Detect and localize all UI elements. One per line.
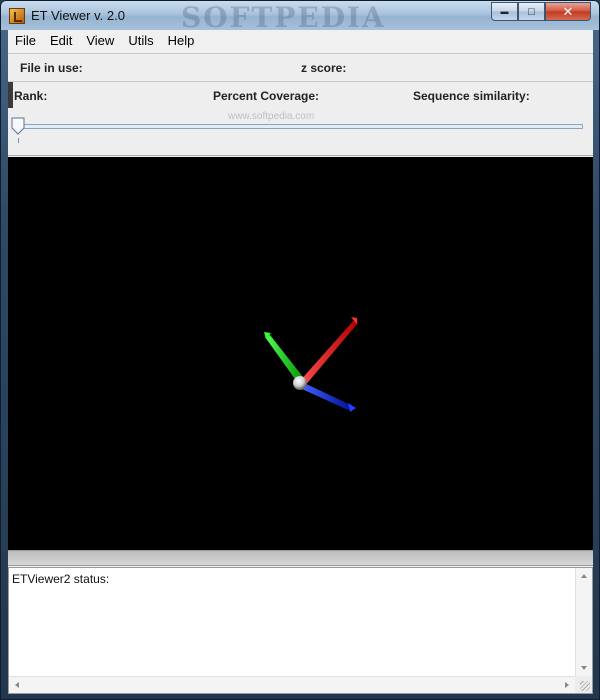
x-axis-arrow (298, 319, 358, 387)
status-horizontal-scrollbar[interactable] (9, 676, 575, 693)
sequence-similarity-label: Sequence similarity: (413, 89, 530, 103)
maximize-button[interactable]: □ (518, 2, 545, 21)
window-title: ET Viewer v. 2.0 (31, 8, 125, 23)
slider-tick (18, 138, 19, 143)
client-area: File Edit View Utils Help File in use: z… (8, 30, 593, 694)
row-marker (8, 82, 13, 108)
menu-bar: File Edit View Utils Help (8, 30, 593, 51)
scroll-right-arrow-icon[interactable] (565, 682, 569, 688)
menu-help[interactable]: Help (161, 30, 202, 51)
minimize-button[interactable]: ▬ (491, 2, 518, 21)
axes-canvas (264, 317, 358, 412)
minimize-icon: ▬ (500, 7, 509, 16)
scroll-left-arrow-icon[interactable] (15, 682, 19, 688)
menu-view[interactable]: View (79, 30, 121, 51)
scroll-down-arrow-icon[interactable] (581, 666, 587, 670)
menu-utils[interactable]: Utils (121, 30, 160, 51)
rank-label: Rank: (14, 89, 48, 103)
resize-corner[interactable] (575, 676, 592, 693)
rank-slider-track[interactable] (15, 124, 583, 129)
z-score-label: z score: (301, 61, 347, 75)
file-info-row: File in use: z score: (8, 53, 593, 80)
close-button[interactable]: ✕ (545, 2, 591, 21)
close-icon: ✕ (562, 3, 574, 19)
rank-slider-thumb[interactable] (11, 117, 25, 135)
status-pane: ETViewer2 status: (8, 567, 593, 694)
status-vertical-scrollbar[interactable] (575, 568, 592, 676)
maximize-icon: □ (528, 5, 535, 18)
app-window: ET Viewer v. 2.0 SOFTPEDIA ▬ □ ✕ File Ed… (0, 0, 600, 700)
percent-coverage-label: Percent Coverage: (213, 89, 320, 103)
app-icon[interactable] (9, 8, 25, 24)
origin-sphere (293, 376, 307, 390)
status-text: ETViewer2 status: (12, 572, 110, 586)
menu-file[interactable]: File (8, 30, 43, 51)
menu-edit[interactable]: Edit (43, 30, 79, 51)
3d-viewport[interactable] (8, 157, 593, 550)
z-axis-arrow (302, 382, 353, 410)
scroll-up-arrow-icon[interactable] (581, 574, 587, 578)
stats-row: Rank: Percent Coverage: Sequence similar… (8, 81, 593, 108)
pane-splitter[interactable] (8, 550, 593, 566)
resize-grip-icon[interactable] (580, 681, 590, 691)
softpedia-url-watermark: www.softpedia.com (228, 111, 315, 122)
title-bar[interactable]: ET Viewer v. 2.0 SOFTPEDIA ▬ □ ✕ (1, 1, 599, 34)
rank-slider-panel: www.softpedia.com (8, 109, 593, 156)
file-in-use-label: File in use: (20, 61, 83, 75)
